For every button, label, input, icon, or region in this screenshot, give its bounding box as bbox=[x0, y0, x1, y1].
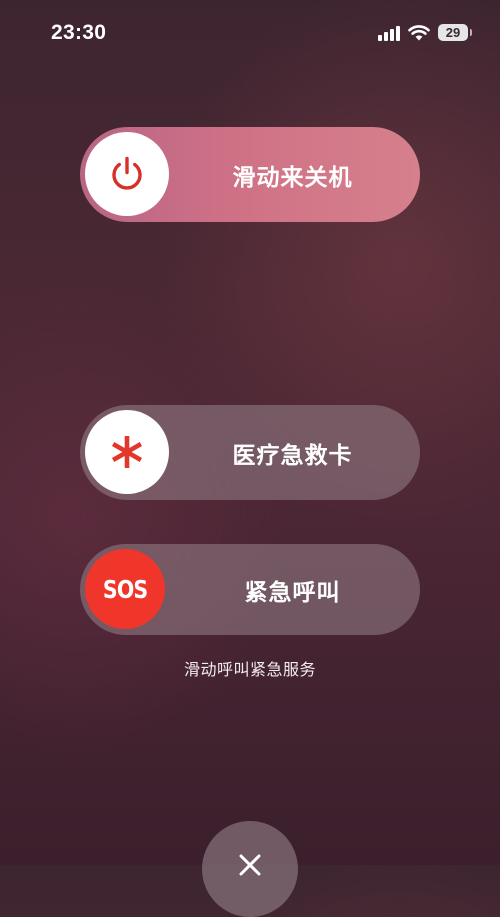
cellular-signal-icon bbox=[378, 25, 400, 41]
battery-level: 29 bbox=[445, 25, 461, 40]
sos-knob[interactable]: SOS bbox=[85, 549, 165, 629]
emergency-sos-label: 紧急呼叫 bbox=[244, 579, 341, 606]
medical-asterisk-icon bbox=[111, 436, 143, 468]
power-off-label: 滑动来关机 bbox=[232, 164, 353, 191]
power-off-slider[interactable]: 滑动来关机 bbox=[80, 127, 420, 222]
emergency-sos-slider[interactable]: SOS 紧急呼叫 bbox=[80, 544, 420, 635]
status-icons: 29 bbox=[378, 24, 472, 41]
power-off-knob[interactable] bbox=[85, 132, 169, 216]
status-bar: 23:30 29 bbox=[0, 0, 500, 66]
status-time: 23:30 bbox=[51, 21, 107, 44]
close-icon bbox=[239, 854, 261, 876]
medical-id-slider[interactable]: 医疗急救卡 bbox=[80, 405, 420, 500]
battery-icon: 29 bbox=[438, 24, 472, 41]
medical-id-knob[interactable] bbox=[85, 410, 169, 494]
emergency-hint-text: 滑动呼叫紧急服务 bbox=[183, 660, 316, 679]
power-icon bbox=[112, 156, 142, 190]
sos-knob-text: SOS bbox=[102, 574, 148, 604]
cancel-button[interactable] bbox=[202, 821, 298, 917]
medical-id-label: 医疗急救卡 bbox=[232, 442, 353, 469]
wifi-icon bbox=[408, 24, 430, 40]
